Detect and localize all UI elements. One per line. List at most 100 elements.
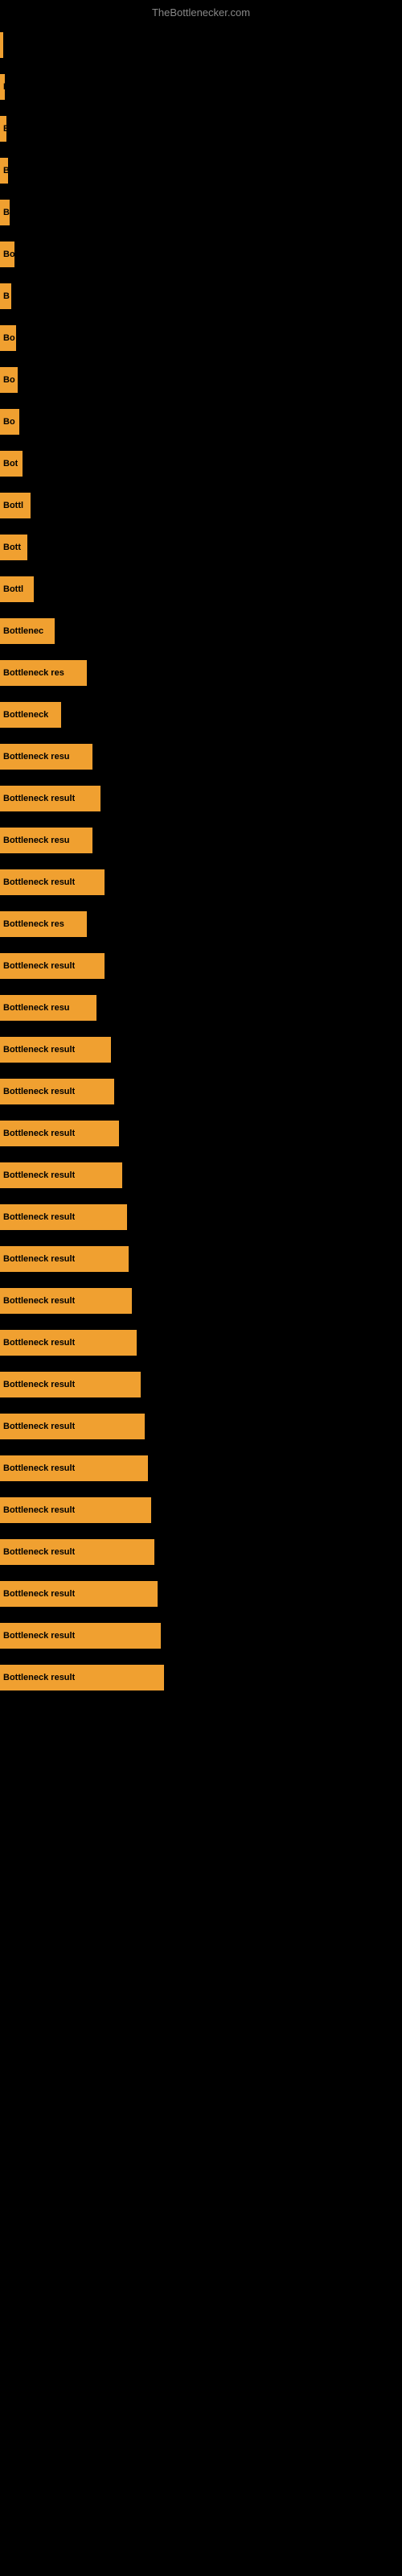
bar-21: Bottleneck res <box>0 911 87 937</box>
bar-label-3: B <box>3 166 8 175</box>
bars-container: |IEBBBoBBoBoBoBotBottlBottBottlBottlenec… <box>0 24 402 1699</box>
bar-row: Bottleneck result <box>0 861 402 903</box>
bar-36: Bottleneck result <box>0 1539 154 1565</box>
bar-row: Bottleneck <box>0 694 402 736</box>
bar-7: Bo <box>0 325 16 351</box>
bar-row: B <box>0 192 402 233</box>
bar-row: I <box>0 66 402 108</box>
bar-10: Bot <box>0 451 23 477</box>
bar-33: Bottleneck result <box>0 1414 145 1439</box>
bar-row: Bottleneck result <box>0 1615 402 1657</box>
bar-row: Bottlenec <box>0 610 402 652</box>
bar-label-7: Bo <box>3 333 15 343</box>
bar-31: Bottleneck result <box>0 1330 137 1356</box>
bar-35: Bottleneck result <box>0 1497 151 1523</box>
bar-25: Bottleneck result <box>0 1079 114 1104</box>
bar-12: Bott <box>0 535 27 560</box>
bar-row: Bottleneck res <box>0 652 402 694</box>
bar-row: Bottleneck resu <box>0 987 402 1029</box>
bar-row: Bottleneck res <box>0 903 402 945</box>
bar-row: Bottl <box>0 485 402 526</box>
bar-label-20: Bottleneck result <box>3 877 75 887</box>
bar-label-25: Bottleneck result <box>3 1087 75 1096</box>
bar-label-19: Bottleneck resu <box>3 836 70 845</box>
bar-1: I <box>0 74 5 100</box>
bar-label-37: Bottleneck result <box>3 1589 75 1599</box>
bar-label-16: Bottleneck <box>3 710 48 720</box>
bar-row: Bottleneck result <box>0 1447 402 1489</box>
bar-row: Bo <box>0 401 402 443</box>
bar-39: Bottleneck result <box>0 1665 164 1690</box>
bar-4: B <box>0 200 10 225</box>
bar-label-35: Bottleneck result <box>3 1505 75 1515</box>
bar-28: Bottleneck result <box>0 1204 127 1230</box>
bar-17: Bottleneck resu <box>0 744 92 770</box>
bar-label-33: Bottleneck result <box>3 1422 75 1431</box>
bar-row: Bo <box>0 233 402 275</box>
bar-row: Bottleneck result <box>0 1280 402 1322</box>
bar-29: Bottleneck result <box>0 1246 129 1272</box>
bar-label-6: B <box>3 291 10 301</box>
bar-26: Bottleneck result <box>0 1121 119 1146</box>
bar-label-11: Bottl <box>3 501 23 510</box>
bar-row: B <box>0 150 402 192</box>
bar-label-36: Bottleneck result <box>3 1547 75 1557</box>
bar-row: Bottleneck result <box>0 1322 402 1364</box>
bar-row: Bottleneck result <box>0 778 402 819</box>
bar-row: E <box>0 108 402 150</box>
bar-label-13: Bottl <box>3 584 23 594</box>
bar-20: Bottleneck result <box>0 869 105 895</box>
bar-label-39: Bottleneck result <box>3 1673 75 1682</box>
bar-label-38: Bottleneck result <box>3 1631 75 1641</box>
bar-label-28: Bottleneck result <box>3 1212 75 1222</box>
bar-label-18: Bottleneck result <box>3 794 75 803</box>
bar-row: Bottleneck result <box>0 1029 402 1071</box>
bar-label-24: Bottleneck result <box>3 1045 75 1055</box>
bar-row: Bottleneck result <box>0 1364 402 1406</box>
bar-label-9: Bo <box>3 417 15 427</box>
bar-18: Bottleneck result <box>0 786 100 811</box>
bar-2: E <box>0 116 6 142</box>
bar-15: Bottleneck res <box>0 660 87 686</box>
bar-row: Bo <box>0 317 402 359</box>
bar-23: Bottleneck resu <box>0 995 96 1021</box>
bar-13: Bottl <box>0 576 34 602</box>
bar-row: B <box>0 275 402 317</box>
bar-row: Bottleneck result <box>0 1489 402 1531</box>
bar-3: B <box>0 158 8 184</box>
bar-label-8: Bo <box>3 375 15 385</box>
bar-label-15: Bottleneck res <box>3 668 64 678</box>
bar-5: Bo <box>0 242 14 267</box>
site-title: TheBottlenecker.com <box>152 6 250 19</box>
bar-row: Bottleneck result <box>0 1406 402 1447</box>
bar-label-12: Bott <box>3 543 21 552</box>
bar-label-1: I <box>3 82 5 92</box>
bar-22: Bottleneck result <box>0 953 105 979</box>
bar-row: Bottleneck resu <box>0 736 402 778</box>
bar-19: Bottleneck resu <box>0 828 92 853</box>
bar-row: Bottleneck result <box>0 1154 402 1196</box>
bar-37: Bottleneck result <box>0 1581 158 1607</box>
bar-row: Bottleneck result <box>0 1238 402 1280</box>
bar-32: Bottleneck result <box>0 1372 141 1397</box>
bar-label-10: Bot <box>3 459 18 469</box>
bar-row: Bottleneck result <box>0 1573 402 1615</box>
bar-9: Bo <box>0 409 19 435</box>
bar-30: Bottleneck result <box>0 1288 132 1314</box>
bar-row: Bottleneck result <box>0 1196 402 1238</box>
bar-6: B <box>0 283 11 309</box>
bar-label-21: Bottleneck res <box>3 919 64 929</box>
bar-row: Bottl <box>0 568 402 610</box>
bar-14: Bottlenec <box>0 618 55 644</box>
bar-label-30: Bottleneck result <box>3 1296 75 1306</box>
bar-label-23: Bottleneck resu <box>3 1003 70 1013</box>
bar-16: Bottleneck <box>0 702 61 728</box>
bar-24: Bottleneck result <box>0 1037 111 1063</box>
bar-label-34: Bottleneck result <box>3 1463 75 1473</box>
bar-label-17: Bottleneck resu <box>3 752 70 762</box>
bar-label-2: E <box>3 124 6 134</box>
bar-row: Bottleneck result <box>0 1531 402 1573</box>
bar-label-14: Bottlenec <box>3 626 43 636</box>
bar-11: Bottl <box>0 493 31 518</box>
bar-label-4: B <box>3 208 10 217</box>
